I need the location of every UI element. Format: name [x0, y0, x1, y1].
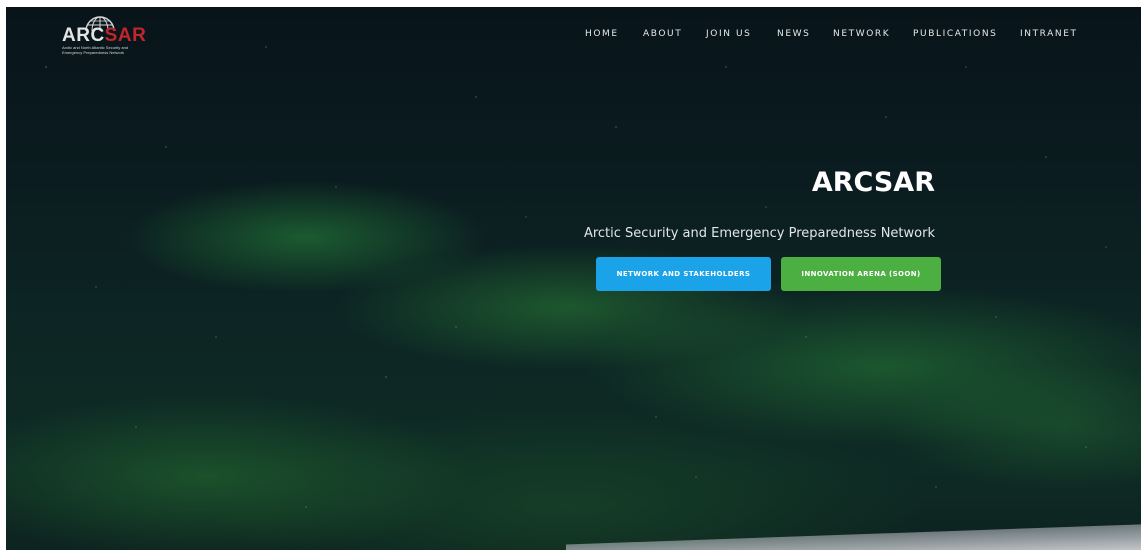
nav-item-about[interactable]: ABOUT	[643, 29, 682, 39]
innovation-arena-button[interactable]: INNOVATION ARENA (SOON)	[781, 257, 941, 291]
nav-item-home[interactable]: HOME	[585, 29, 619, 39]
logo-tagline: Arctic and North Atlantic Security and E…	[62, 45, 129, 55]
logo-wordmark: ARCSAR	[62, 26, 146, 46]
logo-word-sar: SAR	[104, 25, 147, 46]
nav-item-news[interactable]: NEWS	[777, 29, 810, 39]
network-and-stakeholders-button[interactable]: NETWORK AND STAKEHOLDERS	[596, 257, 771, 291]
nav-item-network[interactable]: NETWORK	[833, 29, 890, 39]
logo-word-arc: ARC	[62, 25, 105, 46]
hero-title: ARCSAR	[811, 167, 935, 198]
hero-section: ARCSAR Arctic and North Atlantic Securit…	[6, 7, 1141, 550]
nav-item-intranet[interactable]: INTRANET	[1020, 29, 1078, 39]
nav-item-join-us[interactable]: JOIN US	[706, 29, 752, 39]
site-logo[interactable]: ARCSAR Arctic and North Atlantic Securit…	[58, 9, 148, 59]
starfield-background	[6, 7, 1141, 550]
nav-item-publications[interactable]: PUBLICATIONS	[913, 29, 997, 39]
hero-subtitle: Arctic Security and Emergency Preparedne…	[583, 226, 935, 241]
